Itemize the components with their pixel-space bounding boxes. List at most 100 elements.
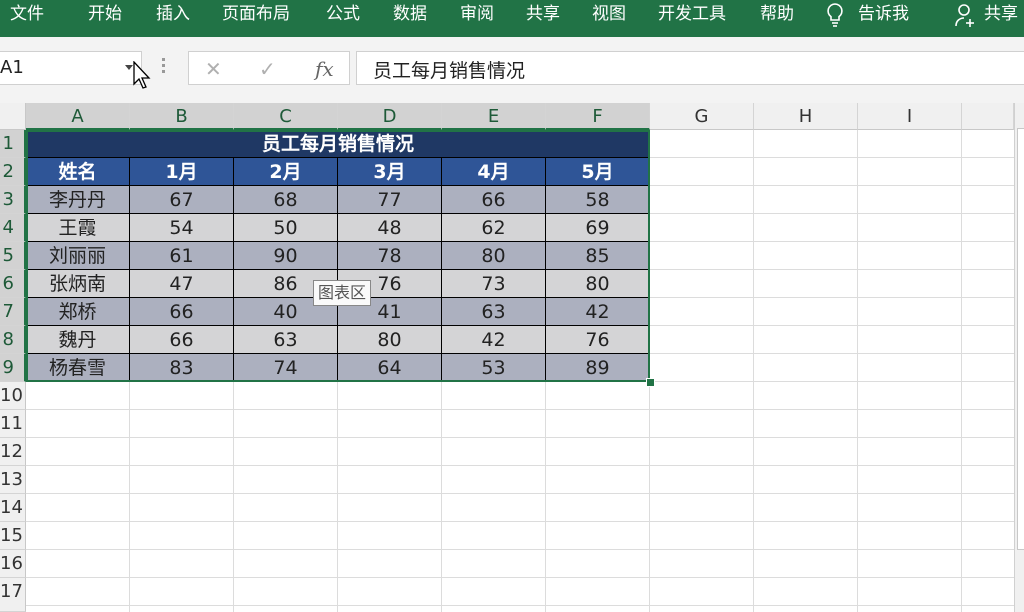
table-cell[interactable]: 48 <box>338 214 442 242</box>
table-cell[interactable]: 83 <box>130 354 234 382</box>
row-header-2[interactable]: 2 <box>0 158 26 186</box>
drag-handle-icon[interactable] <box>162 58 166 78</box>
table-cell[interactable]: 90 <box>234 242 338 270</box>
table-cell[interactable]: 魏丹 <box>26 326 130 354</box>
table-row: 李丹丹 67 68 77 66 58 <box>26 186 650 214</box>
row-header-1[interactable]: 1 <box>0 130 26 158</box>
header-cell[interactable]: 1月 <box>130 158 234 186</box>
tab-home[interactable]: 开始 <box>88 0 122 30</box>
table-cell[interactable]: 66 <box>130 326 234 354</box>
fill-handle[interactable] <box>646 378 655 387</box>
column-header-i[interactable]: I <box>858 103 962 130</box>
table-cell[interactable]: 63 <box>234 326 338 354</box>
table-title[interactable]: 员工每月销售情况 <box>26 130 650 158</box>
header-cell[interactable]: 2月 <box>234 158 338 186</box>
table-cell[interactable]: 66 <box>442 186 546 214</box>
row-header-9[interactable]: 9 <box>0 354 26 382</box>
table-cell[interactable]: 80 <box>338 326 442 354</box>
header-cell[interactable]: 4月 <box>442 158 546 186</box>
name-box[interactable]: A1 <box>0 51 142 85</box>
table-cell[interactable]: 64 <box>338 354 442 382</box>
cancel-icon[interactable]: ✕ <box>205 57 222 81</box>
column-header-f[interactable]: F <box>546 103 650 130</box>
table-cell[interactable]: 69 <box>546 214 650 242</box>
tab-page-layout[interactable]: 页面布局 <box>222 0 290 30</box>
table-cell[interactable]: 50 <box>234 214 338 242</box>
table-cell[interactable]: 王霞 <box>26 214 130 242</box>
table-cell[interactable]: 42 <box>546 298 650 326</box>
vertical-scrollbar[interactable] <box>1014 103 1024 612</box>
table-cell[interactable]: 63 <box>442 298 546 326</box>
table-cell[interactable]: 47 <box>130 270 234 298</box>
header-cell[interactable]: 3月 <box>338 158 442 186</box>
tab-view[interactable]: 视图 <box>592 0 626 30</box>
table-cell[interactable]: 58 <box>546 186 650 214</box>
scrollbar-thumb[interactable] <box>1017 128 1024 550</box>
column-header-g[interactable]: G <box>650 103 754 130</box>
row-header-10[interactable]: 10 <box>0 382 26 410</box>
tab-formulas[interactable]: 公式 <box>326 0 360 30</box>
table-cell[interactable]: 61 <box>130 242 234 270</box>
column-header-j[interactable] <box>962 103 1014 130</box>
table-cell[interactable]: 66 <box>130 298 234 326</box>
row-header-11[interactable]: 11 <box>0 410 26 438</box>
row-header-8[interactable]: 8 <box>0 326 26 354</box>
column-header-h[interactable]: H <box>754 103 858 130</box>
chart-area-tooltip: 图表区 <box>313 280 372 306</box>
column-header-c[interactable]: C <box>234 103 338 130</box>
row-header-13[interactable]: 13 <box>0 466 26 494</box>
table-cell[interactable]: 80 <box>546 270 650 298</box>
tab-file[interactable]: 文件 <box>10 0 44 30</box>
tab-developer[interactable]: 开发工具 <box>658 0 726 30</box>
table-cell[interactable]: 李丹丹 <box>26 186 130 214</box>
column-header-e[interactable]: E <box>442 103 546 130</box>
tab-share[interactable]: 共享 <box>526 0 560 30</box>
row-header-4[interactable]: 4 <box>0 214 26 242</box>
row-header-7[interactable]: 7 <box>0 298 26 326</box>
share-button[interactable]: 共享 <box>984 0 1018 30</box>
table-cell[interactable]: 78 <box>338 242 442 270</box>
table-cell[interactable]: 42 <box>442 326 546 354</box>
tell-me-search[interactable]: 告诉我 <box>858 0 909 30</box>
table-cell[interactable]: 刘丽丽 <box>26 242 130 270</box>
table-cell[interactable]: 80 <box>442 242 546 270</box>
tab-help[interactable]: 帮助 <box>760 0 794 30</box>
row-header-5[interactable]: 5 <box>0 242 26 270</box>
tab-data[interactable]: 数据 <box>393 0 427 30</box>
enter-check-icon[interactable]: ✓ <box>259 57 276 81</box>
row-header-16[interactable]: 16 <box>0 550 26 578</box>
share-person-icon[interactable] <box>954 2 976 32</box>
table-cell[interactable]: 62 <box>442 214 546 242</box>
column-header-a[interactable]: A <box>26 103 130 130</box>
row-header-3[interactable]: 3 <box>0 186 26 214</box>
row-header-15[interactable]: 15 <box>0 522 26 550</box>
table-cell[interactable]: 67 <box>130 186 234 214</box>
table-cell[interactable]: 74 <box>234 354 338 382</box>
table-cell[interactable]: 54 <box>130 214 234 242</box>
select-all-corner[interactable] <box>0 103 26 130</box>
row-header-6[interactable]: 6 <box>0 270 26 298</box>
row-header-14[interactable]: 14 <box>0 494 26 522</box>
table-cell[interactable]: 杨春雪 <box>26 354 130 382</box>
table-cell[interactable]: 郑桥 <box>26 298 130 326</box>
tab-review[interactable]: 审阅 <box>460 0 494 30</box>
column-header-b[interactable]: B <box>130 103 234 130</box>
table-cell[interactable]: 89 <box>546 354 650 382</box>
table-cell[interactable]: 73 <box>442 270 546 298</box>
table-cell[interactable]: 85 <box>546 242 650 270</box>
header-cell[interactable]: 姓名 <box>26 158 130 186</box>
chevron-down-icon[interactable] <box>125 65 133 70</box>
insert-function-icon[interactable]: fx <box>315 57 334 81</box>
row-header-12[interactable]: 12 <box>0 438 26 466</box>
table-cell[interactable]: 76 <box>546 326 650 354</box>
row-header-17[interactable]: 17 <box>0 578 26 612</box>
table-cell[interactable]: 53 <box>442 354 546 382</box>
formula-input[interactable]: 员工每月销售情况 <box>356 51 1024 85</box>
table-cell[interactable]: 张炳南 <box>26 270 130 298</box>
sales-table[interactable]: 员工每月销售情况 姓名 1月 2月 3月 4月 5月 李丹丹 67 68 77 … <box>26 130 650 382</box>
table-cell[interactable]: 68 <box>234 186 338 214</box>
column-header-d[interactable]: D <box>338 103 442 130</box>
table-cell[interactable]: 77 <box>338 186 442 214</box>
tab-insert[interactable]: 插入 <box>156 0 190 30</box>
header-cell[interactable]: 5月 <box>546 158 650 186</box>
